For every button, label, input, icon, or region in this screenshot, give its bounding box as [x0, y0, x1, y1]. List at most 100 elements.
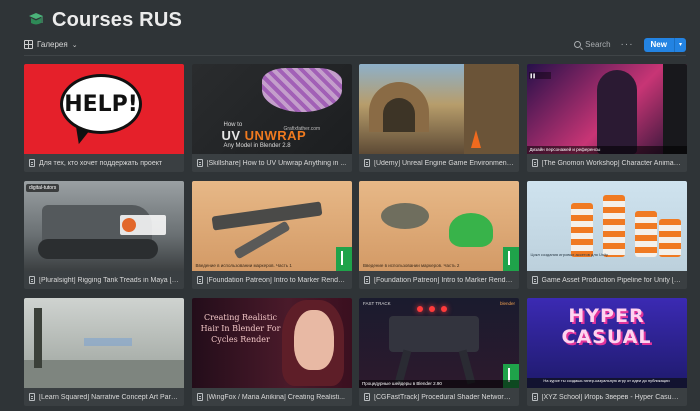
light-shape — [441, 306, 447, 312]
card-title: [Udemy] Unreal Engine Game Environment .… — [374, 159, 514, 167]
uv-headline-a: UV — [221, 128, 245, 143]
play-icon — [122, 218, 136, 232]
page-icon — [29, 159, 35, 167]
card-title: [XYZ School] Игорь Зверев - Hyper Casual… — [541, 393, 682, 401]
more-options-button[interactable]: ··· — [621, 39, 634, 50]
card-thumbnail — [359, 64, 519, 154]
card-title: [Foundation Patreon] Intro to Marker Ren… — [206, 276, 347, 284]
thumb-caption: Цикл создания игровых ассетов для Unity — [530, 252, 609, 257]
light-shape — [429, 306, 435, 312]
gallery-card[interactable]: Creating Realistic Hair In Blender For C… — [191, 298, 352, 406]
card-thumbnail: FAST TRACK blender Процедурные шейдеры в… — [359, 298, 519, 388]
thumb-caption-strip: Дизайн персонажей и референсы — [526, 146, 687, 154]
search-label: Search — [585, 40, 611, 49]
blender-tag: blender — [499, 301, 515, 306]
card-title: [WingFox / Maria Anikina] Creating Reali… — [206, 393, 346, 401]
gun-sketch-shape — [211, 201, 322, 231]
card-caption: [Learn Squared] Narrative Concept Art Pa… — [24, 388, 184, 406]
database-toolbar: Галерея ⌄ Search ··· New ▾ — [24, 36, 686, 56]
barrel-shape — [634, 211, 657, 257]
card-caption: [Skillshare] How to UV Unwrap Anything i… — [192, 154, 352, 172]
view-label: Галерея — [37, 40, 68, 49]
gallery-card[interactable]: digital-tutors [Pluralsight] Rigging Tan… — [24, 181, 184, 289]
page-icon — [196, 393, 203, 401]
gallery-card[interactable]: Введение в использовании маркеров. Часть… — [359, 181, 519, 289]
page-icon — [29, 276, 35, 284]
card-thumbnail: ▌▌ Дизайн персонажей и референсы — [526, 64, 687, 154]
tree-shape — [34, 308, 42, 368]
face-shape — [293, 310, 334, 370]
barrel-shape — [602, 195, 625, 257]
gallery-card[interactable]: How to UV UNWRAP Any Model in Blender 2.… — [191, 64, 352, 172]
card-thumbnail: HYPER CASUAL На курсе ты создашь гипер-к… — [526, 298, 687, 388]
new-dropdown-button[interactable]: ▾ — [673, 37, 686, 52]
foundation-logo — [503, 247, 519, 271]
gallery-card[interactable]: [Udemy] Unreal Engine Game Environment .… — [359, 64, 519, 172]
help-speech-bubble: HELP! — [60, 74, 142, 134]
new-button-label[interactable]: New — [644, 38, 674, 52]
card-title: [Foundation Patreon] Intro to Marker Ren… — [374, 276, 514, 284]
uv-line3: Any Model in Blender 2.8 — [223, 143, 291, 149]
card-caption: [WingFox / Maria Anikina] Creating Reali… — [192, 388, 352, 406]
card-title: [The Gnomon Workshop] Character Animati.… — [541, 159, 682, 167]
view-selector[interactable]: Галерея ⌄ — [24, 40, 78, 49]
thumb-caption: Введение в использовании маркеров. Часть… — [195, 263, 292, 268]
course-badge: ▌▌ — [528, 72, 551, 79]
card-title: [Learn Squared] Narrative Concept Art Pa… — [39, 393, 179, 401]
thumb-caption-strip: Процедурные шейдеры в Blender 2.90 — [359, 380, 519, 388]
card-caption: Для тех, кто хочет поддержать проект — [24, 154, 184, 172]
card-caption: [The Gnomon Workshop] Character Animati.… — [527, 154, 687, 172]
courses-page-icon — [28, 12, 44, 28]
card-caption: [Foundation Patreon] Intro to Marker Ren… — [359, 271, 519, 289]
uv-mesh-shape — [261, 68, 342, 112]
fast-track-tag: FAST TRACK — [363, 301, 391, 306]
page-header: Courses RUS — [28, 8, 182, 32]
card-thumbnail: Creating Realistic Hair In Blender For C… — [191, 298, 352, 388]
card-caption: [Foundation Patreon] Intro to Marker Ren… — [192, 271, 352, 289]
thumb-caption: Введение в использовании маркеров. Часть… — [363, 263, 460, 268]
title-plate-shape — [84, 338, 132, 346]
gallery-card[interactable]: Цикл создания игровых ассетов для Unity … — [526, 181, 687, 289]
page-icon — [531, 159, 538, 167]
card-thumbnail: Введение в использовании маркеров. Часть… — [191, 181, 352, 271]
chevron-down-icon: ⌄ — [71, 41, 78, 49]
uv-site: Grafixfather.com — [283, 126, 321, 132]
search-icon — [574, 41, 582, 48]
card-thumbnail: Цикл создания игровых ассетов для Unity — [526, 181, 687, 271]
card-title: Для тех, кто хочет поддержать проект — [39, 159, 163, 167]
traffic-cone-shape — [471, 130, 481, 148]
gallery-card[interactable]: Введение в использовании маркеров. Часть… — [191, 181, 352, 289]
hill-shape — [24, 360, 184, 388]
arch-shape — [369, 82, 429, 132]
mech-body-shape — [389, 316, 479, 352]
gallery-grid: HELP! Для тех, кто хочет поддержать прое… — [24, 64, 687, 406]
card-thumbnail: Введение в использовании маркеров. Часть… — [359, 181, 519, 271]
card-thumbnail: digital-tutors — [24, 181, 184, 271]
brand-label: digital-tutors — [26, 184, 60, 192]
frog-drawing-shape — [449, 213, 493, 247]
card-caption: [XYZ School] Игорь Зверев - Hyper Casual… — [527, 388, 687, 406]
new-button[interactable]: New ▾ — [643, 37, 686, 52]
gallery-card[interactable]: HELP! Для тех, кто хочет поддержать прое… — [24, 64, 184, 172]
gallery-card[interactable]: [Learn Squared] Narrative Concept Art Pa… — [24, 298, 184, 406]
card-caption: [CGFastTrack] Procedural Shader Networks… — [359, 388, 519, 406]
page-icon — [531, 393, 538, 401]
gallery-card[interactable]: FAST TRACK blender Процедурные шейдеры в… — [359, 298, 519, 406]
side-panel — [662, 64, 687, 154]
gallery-view-icon — [24, 40, 33, 49]
light-shape — [417, 306, 423, 312]
page-icon — [364, 276, 370, 284]
gallery-card[interactable]: ▌▌ Дизайн персонажей и референсы [The Gn… — [526, 64, 687, 172]
hyper-casual-title: HYPER CASUAL — [527, 306, 687, 348]
card-thumbnail: How to UV UNWRAP Any Model in Blender 2.… — [191, 64, 352, 154]
hyper-line: HYPER — [568, 305, 645, 327]
toolbar-actions: Search ··· New ▾ — [574, 37, 686, 52]
turtle-sketch-shape — [381, 203, 429, 229]
gallery-card[interactable]: HYPER CASUAL На курсе ты создашь гипер-к… — [526, 298, 687, 406]
page-icon — [364, 159, 370, 167]
search-button[interactable]: Search — [574, 40, 611, 49]
casual-line: CASUAL — [561, 326, 652, 348]
page-title: Courses RUS — [52, 8, 183, 31]
card-caption: [Pluralsight] Rigging Tank Treads in May… — [24, 271, 184, 289]
thumb-caption-strip: На курсе ты создашь гипер-казуальную игр… — [526, 378, 687, 388]
